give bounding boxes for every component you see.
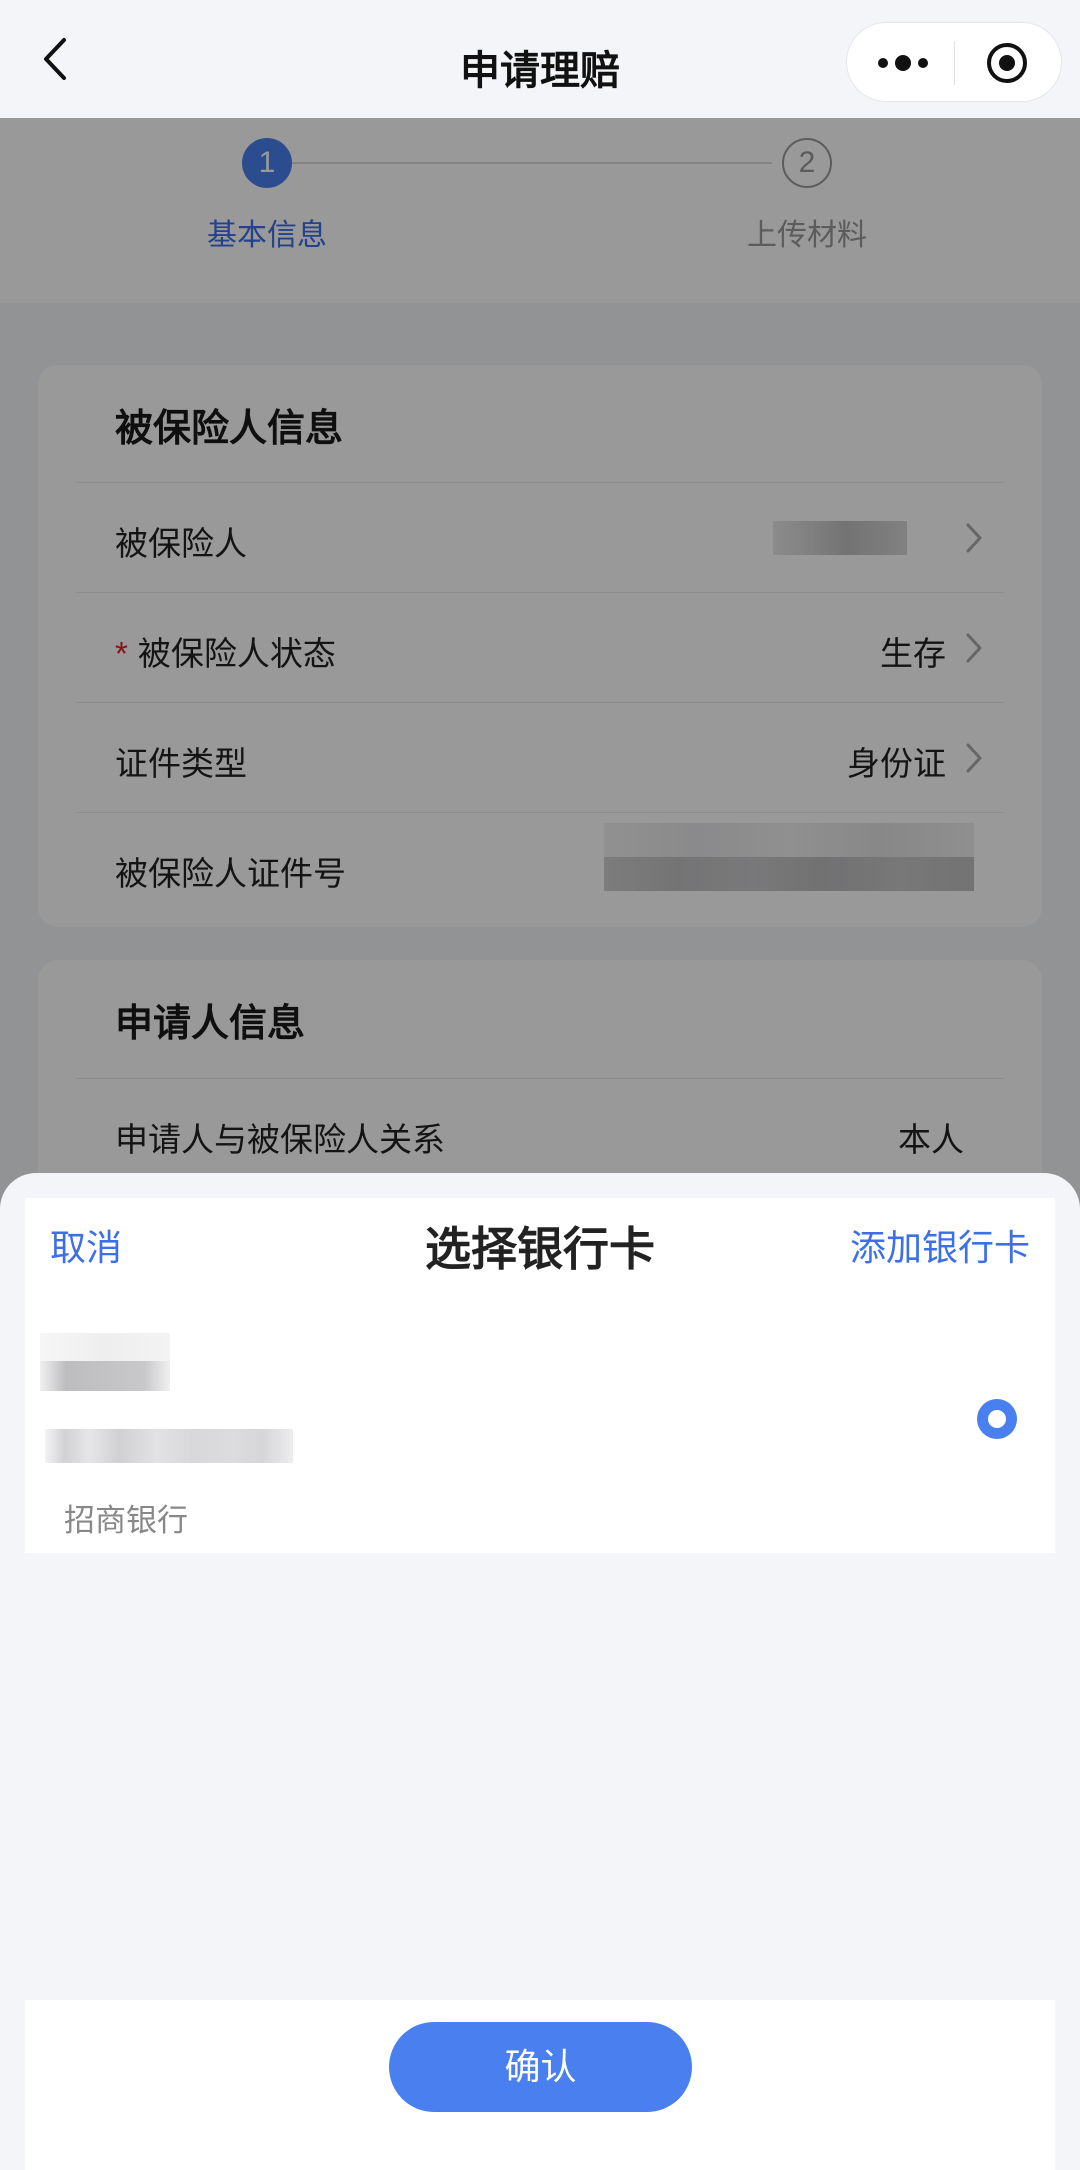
- redacted-card-number: [45, 1429, 293, 1463]
- more-dots-icon[interactable]: [875, 43, 931, 83]
- bank-name: 招商银行: [64, 1503, 188, 1538]
- add-bank-card-button[interactable]: 添加银行卡: [850, 1219, 1030, 1271]
- sheet-footer: 确认: [25, 2000, 1055, 2170]
- target-close-icon[interactable]: [985, 41, 1029, 85]
- bank-card-item[interactable]: 招商银行: [25, 1303, 1055, 1538]
- redacted-holder-name: [40, 1361, 170, 1391]
- confirm-button[interactable]: 确认: [389, 2022, 692, 2112]
- redacted-holder-top: [40, 1333, 170, 1361]
- capsule-divider: [954, 41, 955, 85]
- radio-selected-icon[interactable]: [977, 1399, 1017, 1439]
- bank-card-sheet: 取消 选择银行卡 添加银行卡 招商银行 确认: [0, 1173, 1080, 2170]
- nav-bar: 申请理赔: [0, 0, 1080, 118]
- radio-dot: [988, 1410, 1006, 1428]
- mini-program-capsule: [846, 22, 1062, 102]
